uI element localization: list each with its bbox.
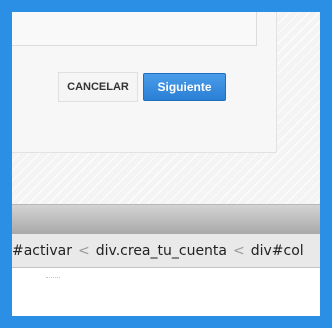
breadcrumb-item-col[interactable]: div#col (251, 243, 304, 259)
breadcrumb-separator: < (233, 242, 245, 259)
devtools-panel-area (12, 268, 320, 316)
panel-divider (46, 277, 60, 279)
breadcrumb-item-activar[interactable]: #activar (12, 243, 72, 259)
breadcrumb-item-crea-tu-cuenta[interactable]: div.crea_tu_cuenta (96, 243, 227, 259)
devtools-toolbar (12, 204, 320, 234)
element-breadcrumb: #activar < div.crea_tu_cuenta < div#col (12, 234, 320, 268)
page-viewport: CANCELAR Siguiente #activar < div.crea_t… (12, 12, 320, 316)
dialog-card: CANCELAR Siguiente (12, 12, 277, 153)
breadcrumb-separator: < (78, 242, 90, 259)
next-button[interactable]: Siguiente (143, 73, 226, 101)
dialog-content-area (12, 12, 257, 46)
cancel-button[interactable]: CANCELAR (58, 72, 138, 102)
